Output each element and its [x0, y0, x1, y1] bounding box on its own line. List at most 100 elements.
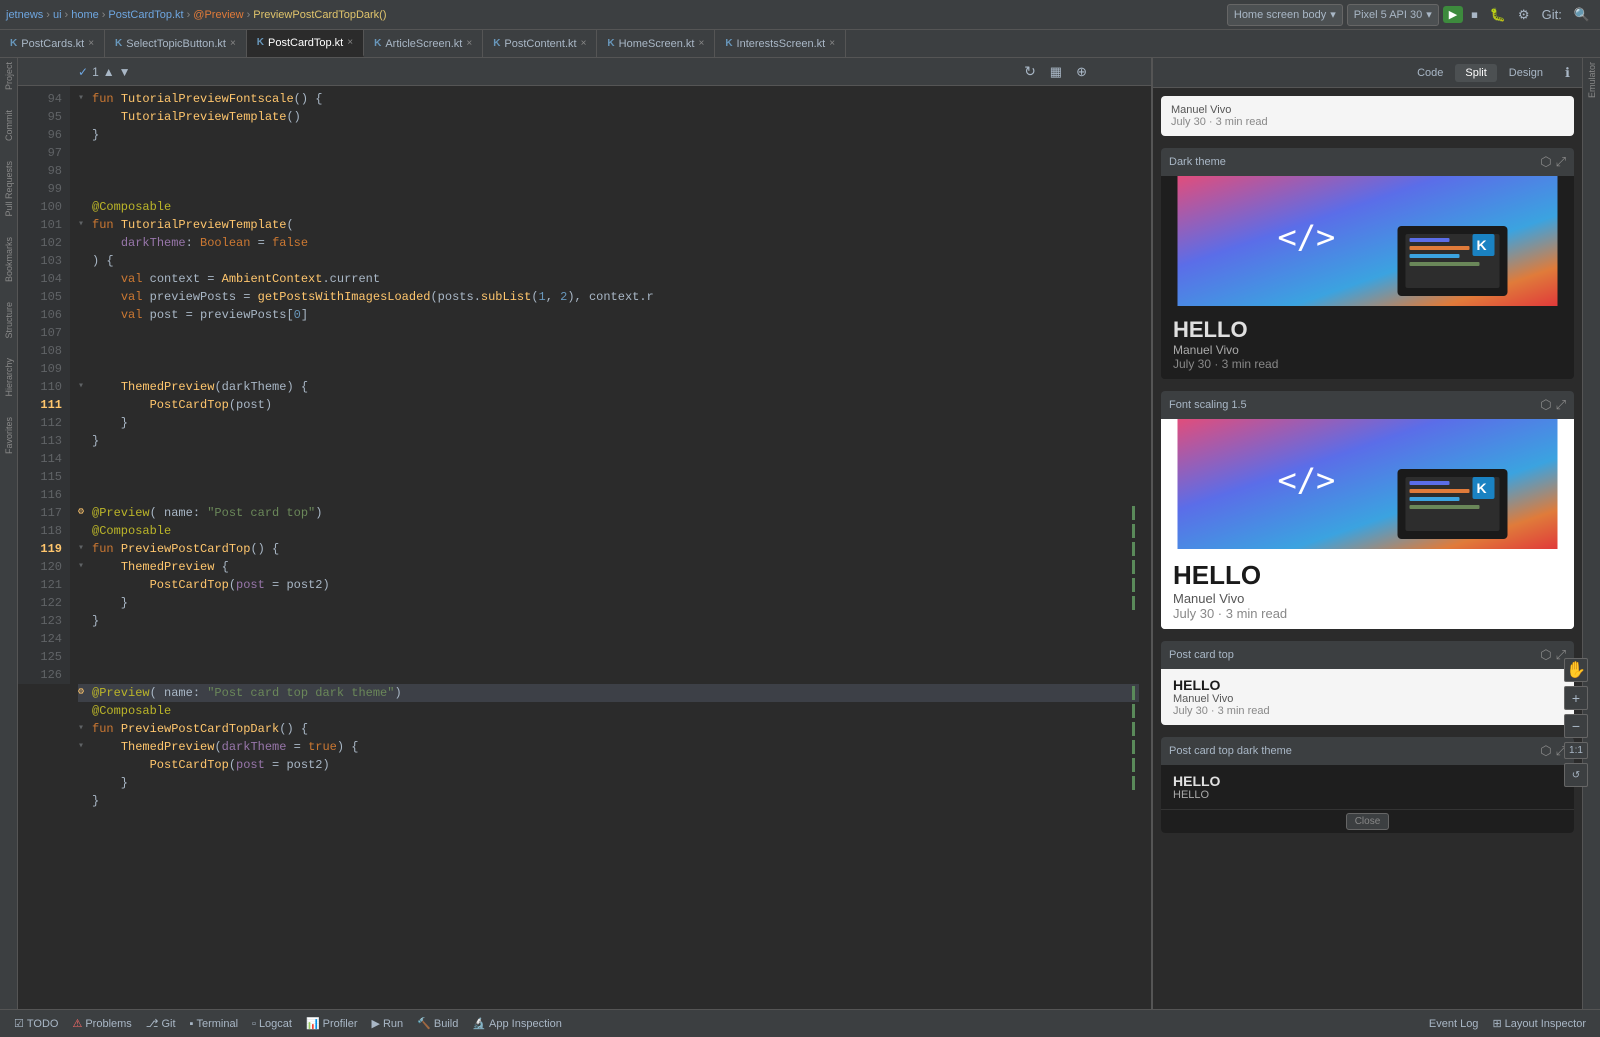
view-tab-design[interactable]: Design [1499, 64, 1553, 82]
light-card-date: July 30 · 3 min read [1173, 606, 1562, 621]
save-icon[interactable]: ⬡ [1540, 397, 1551, 413]
run-icon: ▶ [372, 1017, 380, 1030]
code-line: ⚙ @Preview( name: "Post card top dark th… [78, 684, 1139, 702]
app-inspection-icon: 🔬 [472, 1017, 486, 1030]
tab-icon: K [10, 38, 17, 49]
preview-dropdown[interactable]: Home screen body ▾ [1227, 4, 1343, 26]
tab-articlescreen[interactable]: K ArticleScreen.kt × [364, 30, 483, 57]
status-problems[interactable]: ⚠ Problems [66, 1015, 137, 1032]
tab-close[interactable]: × [347, 37, 353, 48]
file-tabs: K PostCards.kt × K SelectTopicButton.kt … [0, 30, 1600, 58]
preview-mark [1132, 740, 1137, 754]
tab-close[interactable]: × [829, 38, 835, 49]
prev-preview-btn[interactable]: ▲ [103, 65, 115, 79]
preview-mark [1132, 686, 1137, 700]
vertical-label-favorites[interactable]: Favorites [4, 417, 14, 454]
zoom-out-button[interactable]: − [1564, 714, 1582, 738]
breadcrumb-home[interactable]: home [71, 9, 99, 21]
vertical-label-structure[interactable]: Structure [4, 302, 14, 339]
tab-close[interactable]: × [581, 38, 587, 49]
next-preview-btn[interactable]: ▼ [119, 65, 131, 79]
tab-postcardtop[interactable]: K PostCardTop.kt × [247, 30, 364, 57]
save-icon[interactable]: ⬡ [1540, 647, 1551, 663]
code-line [78, 144, 1139, 198]
code-line: ) { [78, 252, 1139, 270]
preview-mark [1132, 776, 1137, 790]
code-line: @Composable [78, 702, 1139, 720]
breadcrumb-annotation[interactable]: @Preview [193, 9, 243, 21]
vertical-label-bookmarks[interactable]: Bookmarks [4, 237, 14, 282]
status-layout-inspector[interactable]: ⊞ Layout Inspector [1486, 1015, 1592, 1032]
code-line: val previewPosts = getPostsWithImagesLoa… [78, 288, 1139, 306]
tab-close[interactable]: × [88, 38, 94, 49]
layers-icon[interactable]: ⊕ [1072, 62, 1091, 82]
right-vertical-strip: Emulator [1582, 58, 1600, 1009]
code-line: ▾ ThemedPreview(darkTheme = true) { [78, 738, 1139, 756]
tab-postcontent[interactable]: K PostContent.kt × [483, 30, 597, 57]
save-icon[interactable]: ⬡ [1540, 154, 1551, 170]
tab-icon: K [725, 38, 732, 49]
tab-interestsscreen[interactable]: K InterestsScreen.kt × [715, 30, 846, 57]
vertical-label-commit[interactable]: Commit [4, 110, 14, 141]
settings-button[interactable]: ⚙ [1514, 5, 1534, 25]
save-icon[interactable]: ⬡ [1540, 743, 1551, 759]
breadcrumb-ui[interactable]: ui [53, 9, 62, 21]
code-line [78, 630, 1139, 684]
code-line: } [78, 414, 1139, 432]
fullscreen-icon[interactable]: ⤢ [1556, 154, 1566, 170]
status-profiler[interactable]: 📊 Profiler [300, 1015, 364, 1032]
status-event-log[interactable]: Event Log [1423, 1016, 1485, 1032]
search-button[interactable]: 🔍 [1570, 5, 1594, 25]
breadcrumb-project[interactable]: jetnews [6, 9, 43, 21]
tab-homescreen[interactable]: K HomeScreen.kt × [597, 30, 715, 57]
tab-close[interactable]: × [230, 38, 236, 49]
preview-content[interactable]: Manuel Vivo July 30 · 3 min read Dark th… [1153, 88, 1582, 1009]
status-bar: ☑ TODO ⚠ Problems ⎇ Git ▪ Terminal ▫ Log… [0, 1009, 1600, 1037]
zoom-in-button[interactable]: + [1564, 686, 1582, 710]
preview-label-post-top: Post card top [1169, 649, 1234, 661]
breadcrumb-function[interactable]: PreviewPostCardTopDark() [253, 9, 386, 21]
preview-card-post-top-dark: Post card top dark theme ⬡ ⤢ HELLO HELLO… [1161, 737, 1574, 833]
fullscreen-icon[interactable]: ⤢ [1556, 397, 1566, 413]
preview-mark [1132, 596, 1137, 610]
view-tab-split[interactable]: Split [1455, 64, 1496, 82]
reset-zoom-button[interactable]: ↺ [1564, 763, 1582, 787]
git-commit-button[interactable]: Git: [1538, 5, 1566, 24]
debug-button[interactable]: 🐛 [1486, 5, 1510, 25]
code-line: } [78, 432, 1139, 450]
code-content[interactable]: ▾ fun TutorialPreviewFontscale() { Tutor… [70, 86, 1139, 1009]
status-run[interactable]: ▶ Run [366, 1015, 410, 1032]
status-app-inspection[interactable]: 🔬 App Inspection [466, 1015, 567, 1032]
status-build[interactable]: 🔨 Build [411, 1015, 464, 1032]
stop-button[interactable]: ⏹ [1467, 5, 1482, 25]
zoom-ratio[interactable]: 1:1 [1564, 742, 1582, 759]
status-todo[interactable]: ☑ TODO [8, 1015, 64, 1032]
grid-icon[interactable]: ▦ [1046, 62, 1066, 82]
todo-icon: ☑ [14, 1017, 24, 1030]
post-top-body: HELLO Manuel Vivo July 30 · 3 min read [1161, 669, 1574, 725]
tab-close[interactable]: × [466, 38, 472, 49]
info-button[interactable]: ℹ [1561, 63, 1574, 83]
view-tab-code[interactable]: Code [1407, 64, 1453, 82]
tab-selecttopicbutton[interactable]: K SelectTopicButton.kt × [105, 30, 247, 57]
breadcrumb-file[interactable]: PostCardTop.kt [108, 9, 183, 21]
code-line: PostCardTop(post = post2) [78, 576, 1139, 594]
run-button[interactable]: ▶ [1443, 6, 1463, 23]
preview-card-icons: ⬡ ⤢ [1540, 154, 1566, 170]
vertical-label-hierarchy[interactable]: Hierarchy [4, 358, 14, 397]
device-dropdown[interactable]: Pixel 5 API 30 ▾ [1347, 4, 1439, 26]
preview-mark [1132, 704, 1137, 718]
tab-close[interactable]: × [698, 38, 704, 49]
vertical-label-pullrequests[interactable]: Pull Requests [4, 161, 14, 217]
vertical-label-project[interactable]: Project [4, 62, 14, 90]
status-logcat[interactable]: ▫ Logcat [246, 1016, 298, 1032]
refresh-icon[interactable]: ↻ [1020, 61, 1040, 82]
tab-postcards[interactable]: K PostCards.kt × [0, 30, 105, 57]
post-top-dark-body: HELLO HELLO [1161, 765, 1574, 809]
status-git[interactable]: ⎇ Git [140, 1015, 182, 1032]
v-label-emulator[interactable]: Emulator [1587, 62, 1597, 98]
hand-tool-button[interactable]: ✋ [1564, 658, 1582, 682]
preview-card-font-scaling: Font scaling 1.5 ⬡ ⤢ [1161, 391, 1574, 629]
status-terminal[interactable]: ▪ Terminal [184, 1016, 244, 1032]
close-button-partial[interactable]: Close [1346, 813, 1390, 830]
